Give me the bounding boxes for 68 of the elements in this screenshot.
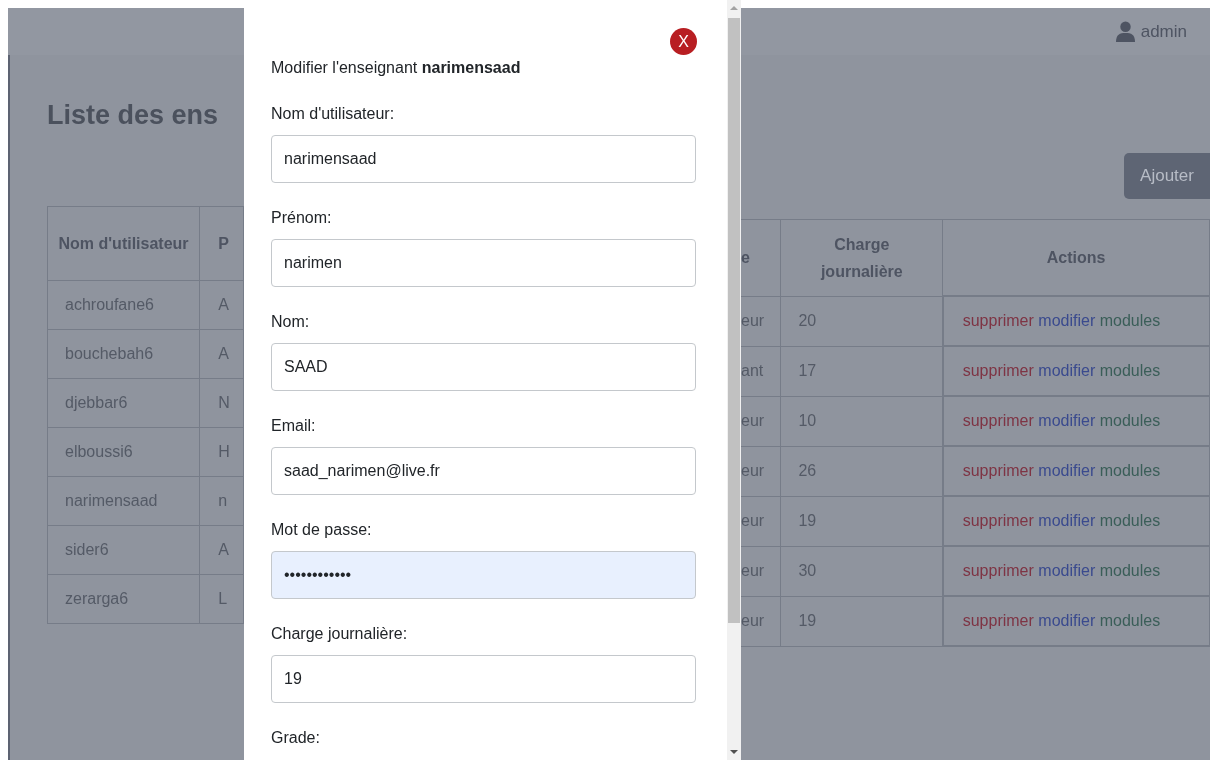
delete-link[interactable]: supprimer	[962, 512, 1034, 529]
table-cell: narimensaad	[47, 476, 200, 526]
edit-link[interactable]: modifier	[1038, 412, 1096, 429]
table-cell: eur	[741, 396, 781, 446]
delete-link[interactable]: supprimer	[962, 612, 1034, 629]
modal-title: Modifier l'enseignant narimensaad	[271, 59, 522, 77]
column-header: Nom d'utilisateur	[47, 206, 200, 281]
user-icon	[1115, 21, 1135, 42]
column-header: e	[741, 219, 781, 296]
field-label: Email:	[271, 417, 317, 435]
delete-link[interactable]: supprimer	[962, 562, 1034, 579]
edit-link[interactable]: modifier	[1038, 462, 1096, 479]
add-button[interactable]: Ajouter	[1124, 153, 1210, 199]
delete-link[interactable]: supprimer	[962, 362, 1034, 379]
input-field[interactable]: ••••••••••••	[271, 551, 696, 599]
modules-link[interactable]: modules	[1099, 562, 1161, 579]
input-field[interactable]: narimen	[271, 239, 696, 287]
user-name[interactable]: admin	[1140, 21, 1187, 42]
table-cell: elboussi6	[47, 427, 200, 477]
table-cell: A	[199, 329, 244, 379]
table-cell: eur	[741, 546, 781, 596]
input-field[interactable]: narimensaad	[271, 135, 696, 183]
table-cell: sider6	[47, 525, 200, 575]
delete-link[interactable]: supprimer	[962, 462, 1034, 479]
table-cell: N	[199, 378, 244, 428]
page-title: Liste des ens	[47, 99, 220, 132]
table-cell: A	[199, 280, 244, 330]
modules-link[interactable]: modules	[1099, 512, 1161, 529]
edit-link[interactable]: modifier	[1038, 512, 1096, 529]
input-field[interactable]: saad_narimen@live.fr	[271, 447, 696, 495]
column-header: Charge journalière	[780, 219, 943, 296]
table-cell: eur	[741, 496, 781, 546]
table-cell: H	[199, 427, 244, 477]
field-label: Nom:	[271, 313, 311, 331]
table-cell: L	[199, 574, 244, 624]
input-field[interactable]: 19	[271, 655, 696, 703]
table-cell: eur	[741, 296, 781, 346]
edit-link[interactable]: modifier	[1038, 362, 1096, 379]
table-cell: zerarga6	[47, 574, 200, 624]
table-cell: djebbar6	[47, 378, 200, 428]
field-label: Mot de passe:	[271, 521, 373, 539]
column-header: P	[199, 206, 244, 281]
input-field[interactable]: SAAD	[271, 343, 696, 391]
scrollbar-thumb[interactable]	[728, 18, 740, 623]
table-cell: bouchebah6	[47, 329, 200, 379]
scrollbar[interactable]	[727, 0, 741, 760]
field-label: Charge journalière:	[271, 625, 409, 643]
edit-link[interactable]: modifier	[1038, 562, 1096, 579]
edit-link[interactable]: modifier	[1038, 612, 1096, 629]
field-label: Prénom:	[271, 209, 333, 227]
modules-link[interactable]: modules	[1099, 362, 1161, 379]
table-cell: A	[199, 525, 244, 575]
modules-link[interactable]: modules	[1099, 412, 1161, 429]
column-header: Actions	[942, 219, 1210, 296]
modules-link[interactable]: modules	[1099, 312, 1161, 329]
delete-link[interactable]: supprimer	[962, 412, 1034, 429]
table-cell: achroufane6	[47, 280, 200, 330]
table-cell: ant	[741, 346, 781, 396]
modules-link[interactable]: modules	[1099, 462, 1161, 479]
table-cell: n	[199, 476, 244, 526]
edit-link[interactable]: modifier	[1038, 312, 1096, 329]
delete-link[interactable]: supprimer	[962, 312, 1034, 329]
modules-link[interactable]: modules	[1099, 612, 1161, 629]
close-button[interactable]: X	[670, 28, 697, 55]
table-cell: eur	[741, 446, 781, 496]
field-label: Nom d'utilisateur:	[271, 105, 396, 123]
field-label: Grade:	[271, 729, 321, 747]
table-cell: eur	[741, 596, 781, 646]
